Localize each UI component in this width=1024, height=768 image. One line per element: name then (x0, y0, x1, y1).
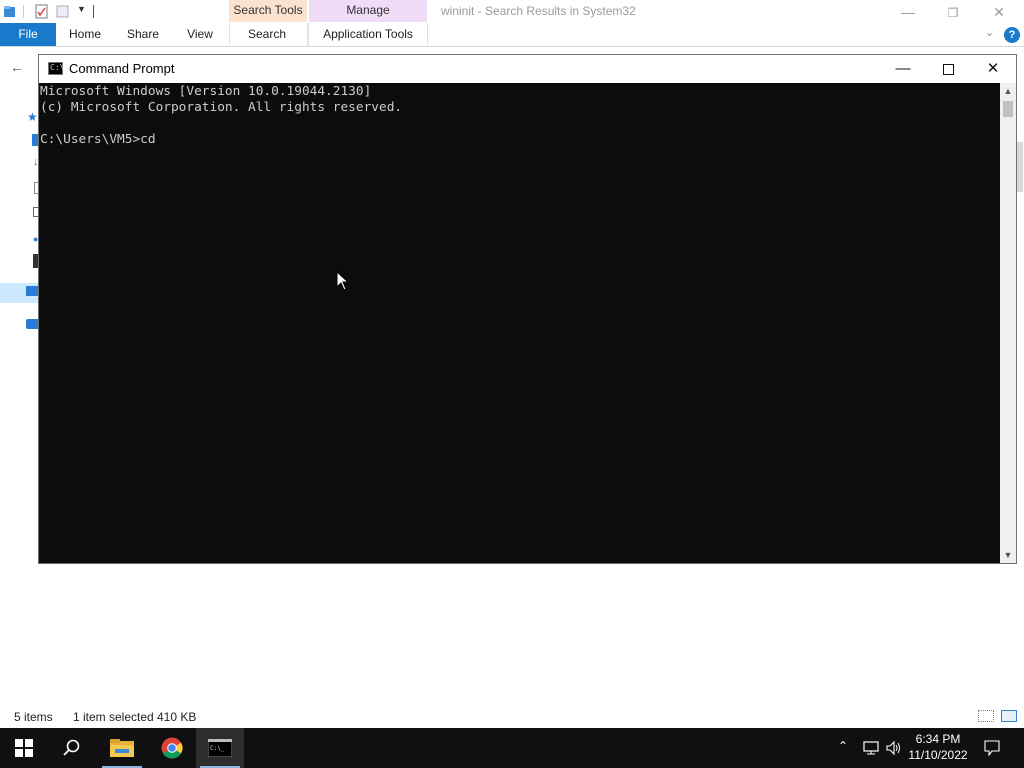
ribbon-tab-bar: File Home Share View Search Application … (0, 23, 1024, 47)
properties-icon[interactable] (35, 4, 48, 19)
tab-share[interactable]: Share (118, 23, 168, 46)
restore-icon: ❐ (947, 6, 959, 20)
cmd-title-bar[interactable]: C:\ Command Prompt — ✕ (39, 55, 1016, 83)
large-icons-view-icon[interactable] (1001, 710, 1017, 722)
svg-text:C:\_: C:\_ (210, 745, 225, 752)
scrollbar-thumb[interactable] (1017, 142, 1023, 192)
scroll-down-icon[interactable]: ▼ (1000, 547, 1016, 563)
expand-ribbon-icon[interactable]: ⌄ (985, 26, 994, 39)
console-prompt-line[interactable]: C:\Users\VM5>cd (40, 132, 156, 148)
cmd-window-title: Command Prompt (69, 61, 175, 76)
help-icon[interactable]: ? (1004, 27, 1020, 43)
search-button[interactable] (48, 728, 96, 768)
console-line: Microsoft Windows [Version 10.0.19044.21… (40, 84, 372, 99)
taskbar-command-prompt[interactable]: C:\_ (196, 728, 244, 768)
volume-icon[interactable] (886, 741, 902, 755)
search-tools-label: Search Tools (233, 3, 303, 17)
taskbar-clock[interactable]: 6:34 PM 11/10/2022 (906, 731, 970, 763)
chrome-icon (161, 737, 183, 759)
customize-toolbar-icon[interactable]: ▼ (77, 4, 86, 14)
explorer-minimize-button[interactable]: — (885, 2, 931, 22)
cmd-maximize-button[interactable] (925, 55, 971, 83)
item-count: 5 items (14, 710, 53, 724)
selection-status: 1 item selected (73, 710, 154, 724)
tab-view[interactable]: View (176, 23, 224, 46)
folder-icon (110, 739, 134, 757)
minimize-icon: — (901, 4, 915, 20)
action-center-icon[interactable] (984, 740, 1000, 756)
taskbar: C:\_ ⌃ 6:34 PM 11/10/2022 (0, 728, 1024, 768)
command-prompt-app-icon[interactable]: C:\ (48, 62, 64, 75)
command-prompt-window: C:\ Command Prompt — ✕ Microsoft Windows… (38, 54, 1017, 564)
start-button[interactable] (0, 728, 48, 768)
clock-date: 11/10/2022 (908, 748, 968, 762)
command-prompt-icon: C:\_ (208, 739, 232, 757)
details-view-icon[interactable] (978, 710, 994, 722)
manage-label: Manage (346, 3, 390, 17)
quick-access-toolbar: ▼ Search Tools Manage wininit - Search R… (0, 0, 1024, 24)
clock-time: 6:34 PM (915, 732, 961, 746)
tab-home[interactable]: Home (60, 23, 110, 46)
search-tools-context-tab: Search Tools (229, 0, 307, 22)
network-icon[interactable] (863, 741, 879, 755)
tab-application-tools[interactable]: Application Tools (314, 23, 422, 46)
scrollbar-thumb[interactable] (1003, 101, 1013, 117)
explorer-restore-button[interactable]: ❐ (930, 2, 976, 22)
mouse-cursor-icon (336, 271, 350, 291)
tab-file[interactable]: File (0, 23, 56, 46)
back-arrow-icon[interactable]: ← (10, 59, 24, 75)
show-hidden-icons-icon[interactable]: ⌃ (838, 739, 848, 768)
close-icon: ✕ (986, 60, 1000, 77)
cmd-close-button[interactable]: ✕ (970, 55, 1016, 83)
explorer-app-icon[interactable] (3, 4, 16, 19)
search-icon (63, 739, 80, 756)
cmd-minimize-button[interactable]: — (880, 55, 926, 83)
minimize-icon: — (895, 60, 911, 77)
explorer-close-button[interactable]: ✕ (976, 2, 1022, 22)
scroll-up-icon[interactable]: ▲ (1000, 83, 1016, 99)
new-folder-icon[interactable] (56, 4, 69, 19)
taskbar-chrome[interactable] (148, 728, 196, 768)
file-list-scrollbar[interactable] (1016, 82, 1024, 192)
console-line: (c) Microsoft Corporation. All rights re… (40, 100, 403, 115)
windows-logo-icon (15, 739, 33, 757)
console-scrollbar[interactable]: ▲ ▼ (1000, 83, 1016, 563)
manage-context-tab: Manage (309, 0, 427, 22)
close-icon: ✕ (993, 4, 1005, 20)
taskbar-file-explorer[interactable] (98, 728, 146, 768)
tab-search[interactable]: Search (234, 23, 300, 46)
maximize-icon (942, 63, 954, 75)
console-output[interactable]: Microsoft Windows [Version 10.0.19044.21… (39, 83, 1000, 563)
selection-size: 410 KB (157, 710, 197, 724)
status-bar: 5 items 1 item selected 410 KB (0, 706, 1024, 728)
explorer-window-title: wininit - Search Results in System32 (441, 4, 636, 18)
